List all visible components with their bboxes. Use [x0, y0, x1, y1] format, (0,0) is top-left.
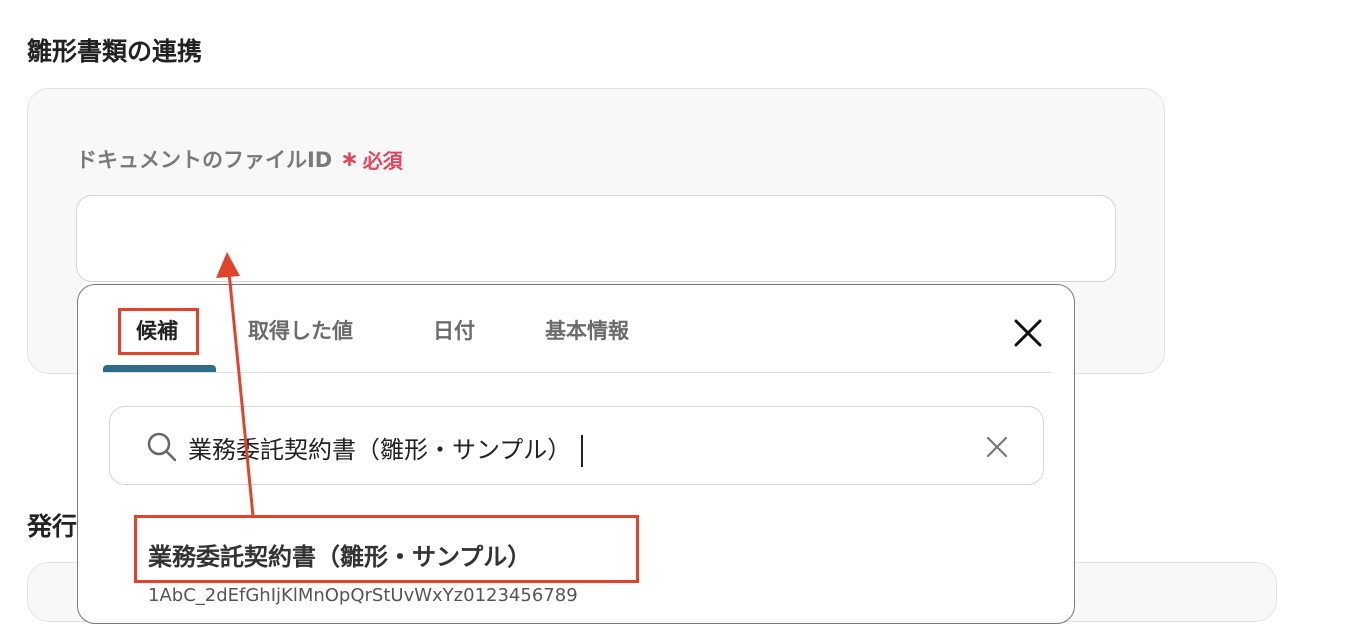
- search-query: 業務委託契約書（雛形・サンプル）: [188, 436, 572, 464]
- file-id-input[interactable]: [76, 195, 1116, 282]
- tab-acquired-values[interactable]: 取得した値: [248, 315, 353, 345]
- tabs-divider: [103, 372, 1051, 373]
- tab-basic-info[interactable]: 基本情報: [545, 315, 629, 345]
- section-title-template-link: 雛形書類の連携: [27, 37, 203, 66]
- field-label: ドキュメントのファイルID ∗ 必須: [76, 144, 403, 174]
- popup-tabs: 候補 取得した値 日付 基本情報: [78, 285, 1074, 373]
- text-caret: [581, 435, 584, 467]
- clear-icon[interactable]: [982, 432, 1012, 462]
- candidate-result-id: 1AbC_2dEfGhIjKlMnOpQrStUvWxYz0123456789: [148, 585, 578, 606]
- search-input-value: 業務委託契約書（雛形・サンプル）: [188, 430, 584, 467]
- field-label-text: ドキュメントのファイルID: [76, 148, 333, 172]
- close-icon: [1014, 319, 1042, 347]
- tab-candidates[interactable]: 候補: [136, 315, 178, 345]
- tab-date[interactable]: 日付: [433, 315, 475, 345]
- value-picker-popup: 候補 取得した値 日付 基本情報 業務委託契約書（雛形・サンプル） 業務委託契約…: [77, 284, 1075, 624]
- close-button[interactable]: [1008, 313, 1048, 353]
- required-label: 必須: [362, 148, 403, 173]
- section-title-issue: 発行: [27, 512, 78, 541]
- required-star: ∗: [340, 146, 359, 172]
- search-icon: [147, 432, 177, 462]
- candidate-search-input[interactable]: 業務委託契約書（雛形・サンプル）: [109, 406, 1044, 485]
- candidate-result-title[interactable]: 業務委託契約書（雛形・サンプル）: [148, 537, 531, 572]
